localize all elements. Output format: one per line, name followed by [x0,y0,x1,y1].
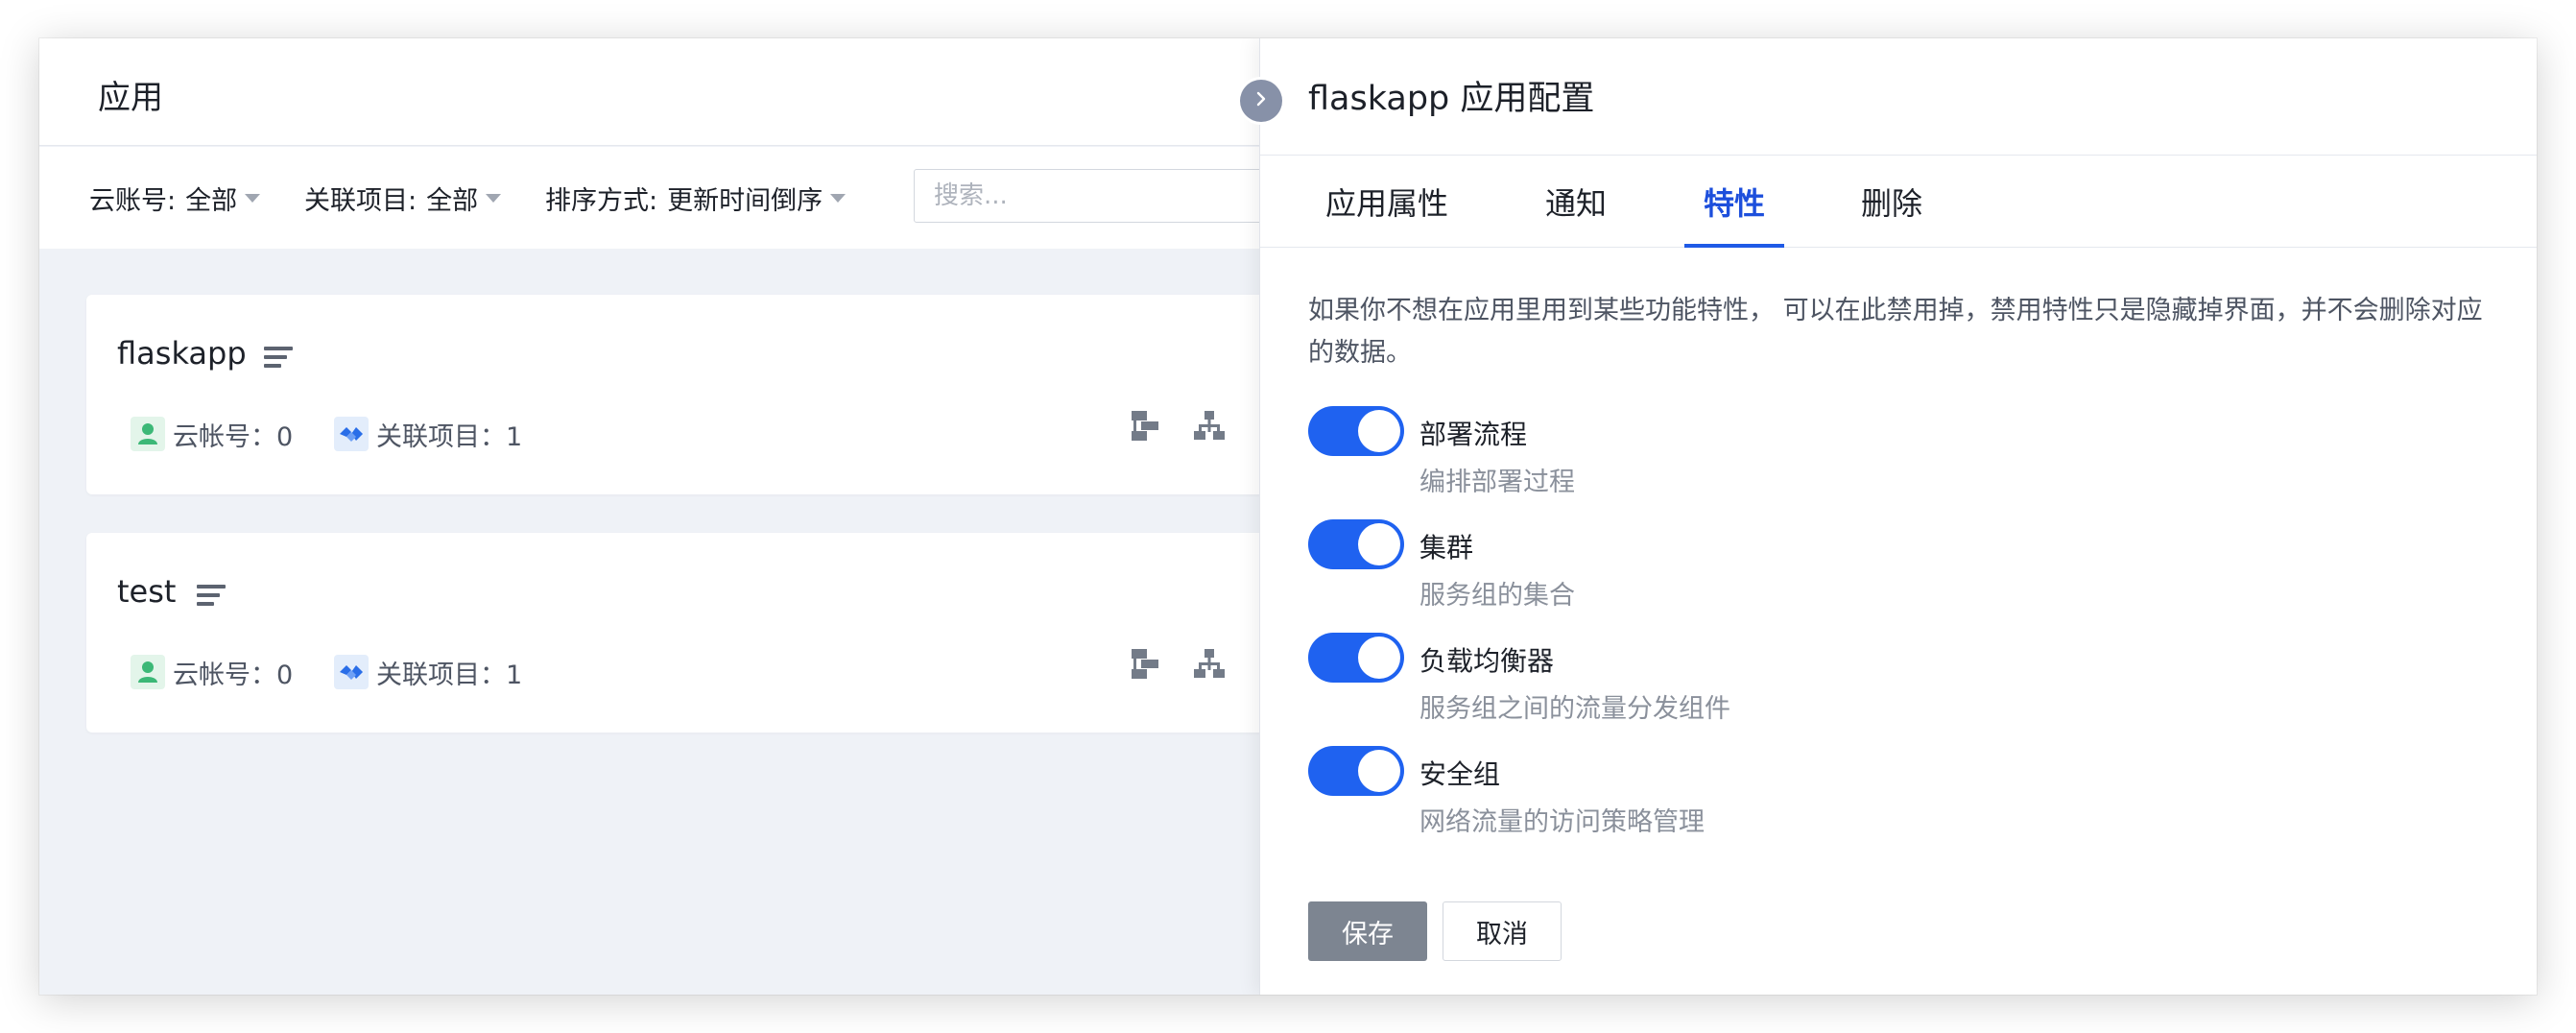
tab-app-properties[interactable]: 应用属性 [1325,156,1448,248]
user-icon [131,655,165,689]
link-icon [334,417,369,451]
feature-name: 部署流程 [1419,419,1528,450]
project-filter-value: 全部 [426,185,479,216]
feature-desc: 服务组的集合 [1419,581,1575,611]
active-tab-indicator [1684,244,1784,248]
feature-name: 负载均衡器 [1419,645,1555,677]
project-count: 关联项目：1 [334,655,523,690]
topology-icon[interactable] [1192,408,1227,443]
cancel-button[interactable]: 取消 [1443,901,1562,961]
app-window: 应用 云账号: 全部 关联项目: 全部 排序方式: 更新时间倒序 flaskap… [39,38,2537,995]
tab-delete[interactable]: 删除 [1861,156,1922,248]
project-count: 关联项目：1 [334,417,523,452]
app-card-name[interactable]: test [117,573,176,610]
sort-filter[interactable]: 排序方式: 更新时间倒序 [545,147,847,249]
sort-filter-value: 更新时间倒序 [667,185,823,216]
account-count-text: 云帐号：0 [173,660,294,690]
feature-name: 安全组 [1419,758,1501,790]
deploy-pipeline-toggle[interactable] [1308,406,1404,456]
feature-desc: 网络流量的访问策略管理 [1419,807,1705,837]
account-filter-label: 云账号: [89,185,177,216]
feature-desc: 编排部署过程 [1419,468,1575,497]
pipeline-icon[interactable] [1128,646,1162,681]
project-count-text: 关联项目：1 [376,421,523,452]
caret-down-icon [245,193,261,203]
account-count: 云帐号：0 [131,655,294,690]
list-icon[interactable] [197,585,226,606]
cluster-toggle[interactable] [1308,519,1404,569]
collapse-drawer-button[interactable] [1240,80,1282,122]
list-icon[interactable] [264,347,293,368]
app-list-page: 应用 云账号: 全部 关联项目: 全部 排序方式: 更新时间倒序 flaskap… [39,38,1317,995]
app-card[interactable]: flaskapp 云帐号：0 关联项目：1 [86,295,1296,494]
account-filter[interactable]: 云账号: 全部 [89,147,261,249]
project-count-text: 关联项目：1 [376,660,523,690]
tab-features[interactable]: 特性 [1704,156,1765,248]
chevron-right-icon [1252,90,1270,111]
save-button[interactable]: 保存 [1308,901,1427,961]
user-icon [131,417,165,451]
app-card-name[interactable]: flaskapp [117,335,247,372]
account-count: 云帐号：0 [131,417,294,452]
project-filter[interactable]: 关联项目: 全部 [304,147,502,249]
page-title: 应用 [98,79,163,117]
app-card[interactable]: test 云帐号：0 关联项目：1 [86,533,1296,733]
topology-icon[interactable] [1192,646,1227,681]
features-description: 如果你不想在应用里用到某些功能特性， 可以在此禁用掉，禁用特性只是隐藏掉界面，并… [1308,296,2483,368]
search-input[interactable] [914,169,1317,223]
feature-name: 集群 [1419,532,1474,564]
pipeline-icon[interactable] [1128,408,1162,443]
account-count-text: 云帐号：0 [173,421,294,452]
drawer-title: flaskapp 应用配置 [1308,80,1595,118]
caret-down-icon [486,193,502,203]
page-header: 应用 [39,38,1274,146]
app-config-drawer: flaskapp 应用配置 应用属性 通知 特性 删除 如果你不想在应用里用到某… [1259,38,2537,995]
tab-notifications[interactable]: 通知 [1545,156,1607,248]
caret-down-icon [830,193,847,203]
feature-desc: 服务组之间的流量分发组件 [1419,694,1730,724]
account-filter-value: 全部 [185,185,238,216]
project-filter-label: 关联项目: [304,185,417,216]
security-group-toggle[interactable] [1308,746,1404,796]
drawer-tabs: 应用属性 通知 特性 删除 [1260,156,2537,248]
link-icon [334,655,369,689]
sort-filter-label: 排序方式: [545,185,658,216]
load-balancer-toggle[interactable] [1308,633,1404,683]
